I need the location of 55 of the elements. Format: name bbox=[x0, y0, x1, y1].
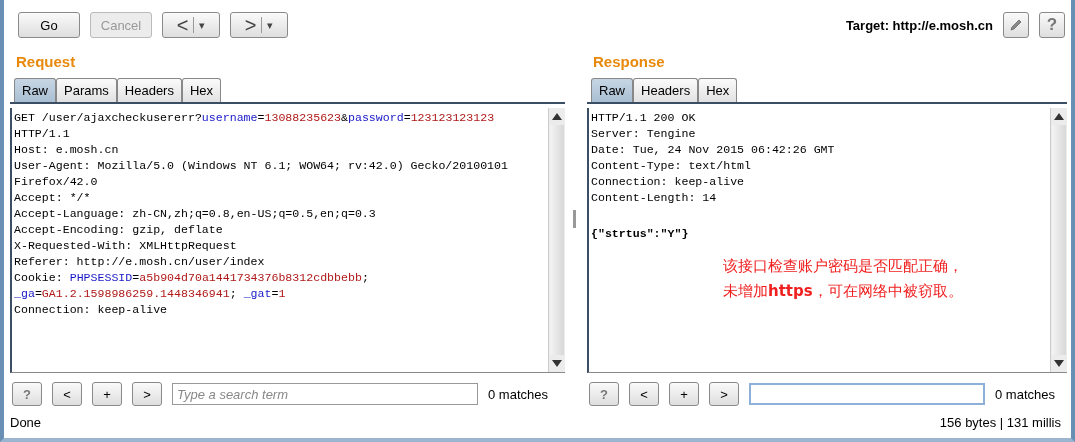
help-button[interactable]: ? bbox=[1039, 12, 1065, 38]
response-line: Content-Length: 14 bbox=[591, 190, 718, 206]
add-button[interactable]: + bbox=[669, 382, 699, 406]
previous-button[interactable]: < bbox=[52, 382, 82, 406]
message-editor[interactable]: HTTP/1.1 200 OK Server: Tengine Date: Tue, 24 Nov 2015 06:42:26 GMT Content-Type: text/html Connection: keep-alive Content-Length: 14 {"strtus":"Y"} 该接口检查账户密码是否匹配正确， 未增加https，可在网络中被窃取。 bbox=[587, 108, 1067, 373]
request-line: GET /user/ajaxcheckusererr?username=13088235623&password=123123123123 bbox=[14, 110, 496, 126]
request-line: Cookie: PHPSESSID=a5b904d70a1441734376b8312cdbbebb; bbox=[14, 270, 370, 286]
go-button[interactable]: Go bbox=[18, 12, 80, 38]
status-text: Done bbox=[10, 415, 42, 430]
tab[interactable]: Params bbox=[56, 78, 117, 102]
tab[interactable]: Headers bbox=[116, 78, 182, 102]
tab[interactable]: Raw bbox=[14, 78, 56, 102]
request-line: Referer: http://e.mosh.cn/user/index bbox=[14, 254, 266, 270]
tab[interactable]: Headers bbox=[633, 78, 699, 102]
request-line: User-Agent: Mozilla/5.0 (Windows NT 6.1; WOW64; rv:42.0) Gecko/20100101 bbox=[14, 158, 509, 174]
response-line: Content-Type: text/html bbox=[591, 158, 753, 174]
response-body: {"strtus":"Y"} bbox=[591, 226, 690, 242]
help-button[interactable]: ? bbox=[589, 382, 619, 406]
tab[interactable]: Hex bbox=[698, 78, 738, 102]
response-line: Date: Tue, 24 Nov 2015 06:42:26 GMT bbox=[591, 142, 836, 158]
annotation-text: 该接口检查账户密码是否匹配正确， 未增加https，可在网络中被窃取。 bbox=[723, 256, 964, 302]
target-label: Target: http://e.mosh.cn bbox=[845, 17, 993, 33]
request-line: Connection: keep-alive bbox=[14, 302, 169, 318]
response-line: Connection: keep-alive bbox=[591, 174, 746, 190]
edit-target-button[interactable] bbox=[1003, 12, 1029, 38]
match-count: 0 matches bbox=[488, 386, 548, 402]
request-line: Accept-Language: zh-CN,zh;q=0.8,en-US;q=0.5,en;q=0.3 bbox=[14, 206, 377, 222]
request-line: Accept: */* bbox=[14, 190, 92, 206]
request-line: _ga=GA1.2.1598986259.1448346941; _gat=1 bbox=[14, 286, 287, 302]
forward-button[interactable]: > ▾ bbox=[230, 12, 288, 38]
scrollbar[interactable] bbox=[1050, 108, 1067, 372]
response-line: HTTP/1.1 200 OK bbox=[591, 110, 697, 126]
tab[interactable]: Raw bbox=[591, 78, 633, 102]
search-field[interactable] bbox=[749, 383, 985, 405]
request-line: Firefox/42.0 bbox=[14, 174, 99, 190]
message-editor[interactable] bbox=[10, 108, 565, 373]
request-line: X-Requested-With: XMLHttpRequest bbox=[14, 238, 238, 254]
search-field[interactable]: Type a search term bbox=[172, 383, 478, 405]
tab[interactable]: Hex bbox=[181, 78, 222, 102]
response-stats: 156 bytes | 131 millis bbox=[939, 415, 1061, 430]
pane-title: Request bbox=[15, 52, 77, 72]
request-line: Accept-Encoding: gzip, deflate bbox=[14, 222, 224, 238]
pane-title: Response bbox=[592, 52, 666, 72]
previous-button[interactable]: < bbox=[629, 382, 659, 406]
help-button[interactable]: ? bbox=[12, 382, 42, 406]
add-button[interactable]: + bbox=[92, 382, 122, 406]
request-line: HTTP/1.1 bbox=[14, 126, 71, 142]
request-line: Host: e.mosh.cn bbox=[14, 142, 120, 158]
pencil-icon bbox=[1008, 17, 1024, 33]
scrollbar[interactable] bbox=[548, 108, 565, 372]
next-button[interactable]: > bbox=[132, 382, 162, 406]
match-count: 0 matches bbox=[995, 386, 1055, 402]
back-button[interactable]: < ▾ bbox=[162, 12, 220, 38]
next-button[interactable]: > bbox=[709, 382, 739, 406]
response-line: Server: Tengine bbox=[591, 126, 697, 142]
